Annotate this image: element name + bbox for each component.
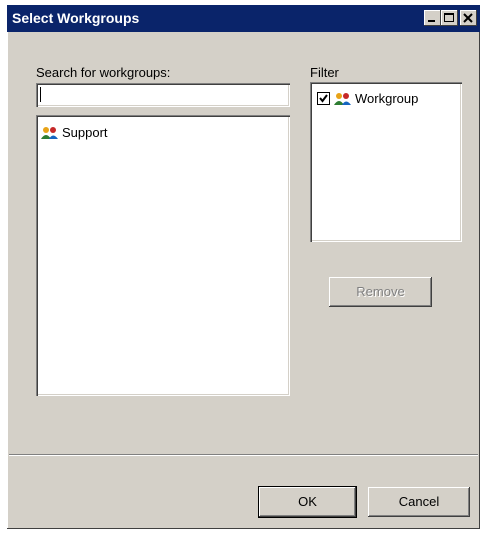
list-item-label: Support [62,125,108,140]
maximize-button[interactable] [441,10,458,26]
filter-item-label: Workgroup [355,91,419,106]
filter-item-workgroup[interactable]: Workgroup [317,91,418,106]
title-bar[interactable]: Select Workgroups [7,5,480,32]
workgroup-icon [41,126,58,139]
cancel-button[interactable]: Cancel [368,487,470,517]
text-caret [40,87,41,102]
filter-list[interactable]: Workgroup [310,82,462,242]
footer-divider [9,454,478,456]
minimize-icon [428,20,435,22]
select-workgroups-dialog: Select Workgroups Search for workgroups: [7,5,480,529]
close-icon [463,13,473,23]
minimize-button[interactable] [424,10,441,26]
remove-button[interactable]: Remove [329,277,432,307]
checkmark-icon [319,94,328,103]
workgroup-checkbox[interactable] [317,92,330,105]
window-title: Select Workgroups [12,10,140,26]
filter-label: Filter [310,65,339,80]
close-button[interactable] [460,10,477,26]
maximize-icon [444,13,454,22]
search-input[interactable] [36,83,290,107]
workgroup-results-list[interactable]: Support [36,115,290,396]
list-item[interactable]: Support [41,125,108,140]
ok-button[interactable]: OK [258,486,357,518]
search-label: Search for workgroups: [36,65,171,80]
workgroup-icon [334,92,351,105]
